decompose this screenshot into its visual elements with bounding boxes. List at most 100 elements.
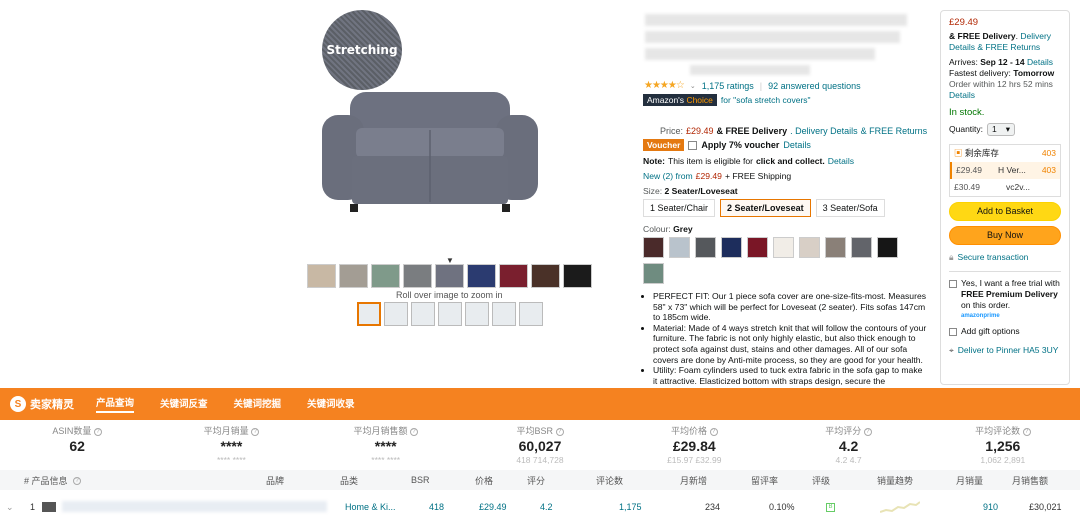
tab-keyword-mining[interactable]: 关键词挖掘 — [234, 396, 282, 412]
col-sales-trend[interactable]: 销量趋势 — [877, 474, 913, 487]
stock-status: In stock. — [949, 107, 985, 118]
col-price[interactable]: 价格 — [475, 474, 493, 487]
image-swatch[interactable] — [403, 264, 432, 288]
colour-swatch[interactable] — [877, 237, 898, 258]
deliver-to-link[interactable]: Deliver to Pinner HA5 3UY — [958, 345, 1059, 356]
table-row[interactable]: ⌄ 1 Home & Ki... 418 £29.49 4.2 1,175 23… — [0, 496, 1080, 518]
image-swatch[interactable] — [563, 264, 592, 288]
image-swatch[interactable] — [435, 264, 464, 288]
answered-questions-link[interactable]: 92 answered questions — [768, 81, 861, 91]
ratings-link[interactable]: 1,175 ratings — [702, 81, 754, 91]
help-icon[interactable]: ? — [709, 427, 718, 436]
free-returns-link[interactable]: & FREE Returns — [861, 126, 928, 136]
image-swatch[interactable] — [307, 264, 336, 288]
help-icon[interactable]: ? — [93, 427, 102, 436]
category-link[interactable]: Home & Ki... — [345, 502, 396, 512]
voucher-details-link[interactable]: Details — [783, 140, 811, 150]
col-new-reviews[interactable]: 月新增 — [680, 474, 707, 487]
stat-avg-price: 平均价格 ? £29.84 £15.97 £32.99 — [667, 426, 722, 465]
buy-box: £29.49 & FREE Delivery. Delivery Details… — [940, 10, 1070, 385]
price-value[interactable]: £29.49 — [479, 502, 507, 512]
arrives-details-link[interactable]: Details — [1027, 57, 1053, 67]
col-rating[interactable]: 评分 — [527, 474, 545, 487]
col-review-rate[interactable]: 留评率 — [751, 474, 778, 487]
note-details-link[interactable]: Details — [828, 156, 854, 166]
product-image[interactable]: Stretching — [300, 0, 600, 250]
help-icon[interactable]: ? — [863, 427, 872, 436]
size-option-selected[interactable]: 2 Seater/Loveseat — [720, 199, 811, 217]
colour-swatch[interactable] — [643, 263, 664, 284]
thumbnail[interactable] — [438, 302, 462, 326]
rating-value[interactable]: 4.2 — [540, 502, 553, 512]
colour-swatch[interactable] — [773, 237, 794, 258]
thumbnail[interactable] — [411, 302, 435, 326]
colour-swatch[interactable] — [669, 237, 690, 258]
reviews-value[interactable]: 1,175 — [619, 502, 642, 512]
col-reviews[interactable]: 评论数 — [596, 474, 623, 487]
gift-checkbox[interactable] — [949, 327, 957, 336]
colour-swatch[interactable] — [643, 237, 664, 258]
tab-product-query[interactable]: 产品查询 — [96, 395, 135, 413]
col-brand[interactable]: 品牌 — [266, 474, 284, 487]
prime-checkbox[interactable] — [949, 280, 957, 288]
expand-icon[interactable]: ⌄ — [6, 502, 14, 513]
help-icon[interactable]: ? — [251, 427, 260, 436]
voucher-checkbox[interactable] — [688, 140, 698, 150]
chevron-down-icon[interactable]: ⌄ — [690, 82, 696, 90]
stat-avg-monthly-sales: 平均月销量 ? **** **** **** — [154, 420, 308, 468]
image-swatch[interactable] — [339, 264, 368, 288]
thumbnail[interactable] — [384, 302, 408, 326]
help-icon[interactable]: ? — [1022, 427, 1031, 436]
colour-swatch[interactable] — [747, 237, 768, 258]
ratings-line: ★★★★☆ ⌄ 1,175 ratings | 92 answered ques… — [644, 80, 861, 91]
offer-row[interactable]: £29.49 H Ver... 403 — [950, 162, 1060, 179]
help-icon[interactable]: ? — [409, 427, 418, 436]
col-product-info[interactable]: # 产品信息 — [24, 474, 68, 487]
order-details-link[interactable]: Details — [949, 90, 1061, 101]
offer-list: ▣ 剩余库存 403 £29.49 H Ver... 403 £30.49 vc2v… — [949, 144, 1061, 197]
delivery-details-link[interactable]: . Delivery Details — [790, 126, 858, 136]
row-index: 1 — [30, 502, 36, 512]
new-offers-link[interactable]: New (2) from — [643, 171, 693, 181]
colour-swatch[interactable] — [799, 237, 820, 258]
badge-text: Stretching — [326, 43, 398, 57]
monthly-sales-value[interactable]: 910 — [983, 502, 998, 512]
col-monthly-revenue[interactable]: 月销售额 — [1012, 474, 1048, 487]
stat-avg-monthly-revenue: 平均月销售额 ? **** **** **** — [309, 420, 463, 468]
quantity-select[interactable]: 1 ▾ — [987, 123, 1016, 136]
size-option[interactable]: 1 Seater/Chair — [643, 199, 716, 217]
help-icon[interactable]: ? — [73, 475, 81, 485]
thumbnail[interactable] — [492, 302, 516, 326]
buy-now-button[interactable]: Buy Now — [949, 226, 1061, 245]
image-swatch[interactable] — [467, 264, 496, 288]
colour-swatch[interactable] — [825, 237, 846, 258]
colour-swatch[interactable] — [721, 237, 742, 258]
image-swatch[interactable] — [499, 264, 528, 288]
colour-swatch[interactable] — [695, 237, 716, 258]
add-to-basket-button[interactable]: Add to Basket — [949, 202, 1061, 221]
bsr-value[interactable]: 418 — [429, 502, 444, 512]
review-rate-value: 0.10% — [769, 502, 795, 512]
size-option[interactable]: 3 Seater/Sofa — [815, 199, 885, 217]
col-monthly-sales[interactable]: 月销量 — [956, 474, 983, 487]
new-reviews-value: 234 — [705, 502, 721, 512]
feature-bullets: PERFECT FIT: Our 1 piece sofa cover are … — [643, 291, 928, 386]
colour-swatch[interactable] — [851, 237, 872, 258]
col-category[interactable]: 品类 — [340, 474, 358, 487]
star-rating-icon[interactable]: ★★★★☆ — [644, 80, 685, 91]
secure-transaction-link[interactable]: Secure transaction — [958, 252, 1029, 263]
image-swatch[interactable] — [371, 264, 400, 288]
col-grade[interactable]: 评级 — [812, 474, 830, 487]
thumbnail[interactable] — [357, 302, 381, 326]
thumbnail[interactable] — [519, 302, 543, 326]
help-icon[interactable]: ? — [555, 427, 564, 436]
thumbnail[interactable] — [465, 302, 489, 326]
choice-keyword-link[interactable]: for "sofa stretch covers" — [721, 95, 811, 105]
tab-keyword-index[interactable]: 关键词收录 — [307, 396, 355, 412]
col-bsr[interactable]: BSR — [411, 475, 430, 485]
buybox-returns-link[interactable]: & FREE Returns — [977, 42, 1040, 52]
tab-keyword-reverse[interactable]: 关键词反查 — [160, 396, 208, 412]
offer-row[interactable]: £30.49 vc2v... — [950, 179, 1060, 196]
image-swatch[interactable] — [531, 264, 560, 288]
product-thumbnail[interactable] — [42, 502, 56, 512]
